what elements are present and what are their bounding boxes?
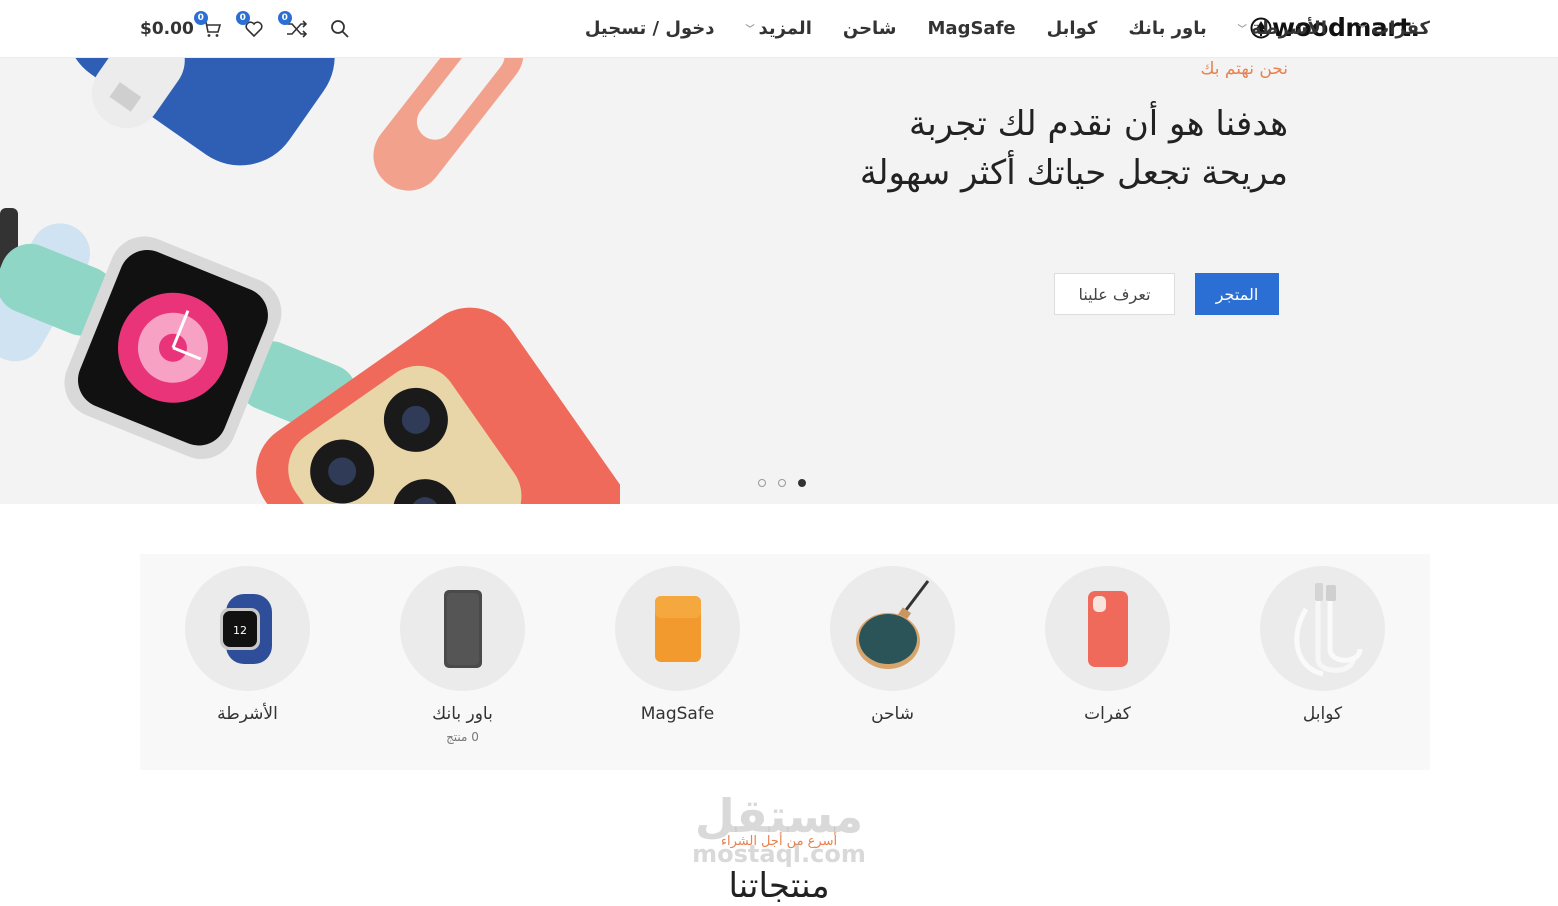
category-thumbnail <box>1045 566 1170 691</box>
category-name: MagSafe <box>640 704 715 724</box>
slider-dot-2[interactable] <box>778 479 786 487</box>
phone-case-icon <box>1087 590 1128 667</box>
category-card-bands[interactable]: 12 الأشرطة <box>140 554 355 770</box>
category-thumbnail <box>615 566 740 691</box>
cart-button[interactable]: 0 <box>193 10 222 39</box>
wishlist-button[interactable]: 0 <box>235 10 264 39</box>
category-card-magsafe[interactable]: MagSafe <box>570 554 785 770</box>
hero-title: هدفنا هو أن نقدم لك تجربة مريحة تجعل حيا… <box>859 104 1288 193</box>
nav-label: المزيد <box>758 18 812 39</box>
chevron-down-icon: ﹀ <box>1237 25 1247 35</box>
cart-total[interactable]: $0.00 <box>140 19 194 39</box>
header-tools: $0.00 0 0 0 <box>140 0 372 57</box>
nav-label: MagSafe <box>927 18 1016 39</box>
nav-item-power-bank[interactable]: باور بانك <box>1128 18 1206 39</box>
wishlist-count-badge: 0 <box>235 10 250 25</box>
search-button[interactable] <box>330 19 350 39</box>
category-name: الأشرطة <box>217 704 278 724</box>
cable-icon <box>1294 582 1362 676</box>
svg-text:12: 12 <box>233 624 247 637</box>
hero-subtitle: نحن نهتم بك <box>1200 59 1288 79</box>
category-thumbnail <box>830 566 955 691</box>
category-name: باور بانك <box>432 704 493 724</box>
slider-dot-1[interactable] <box>798 479 806 487</box>
shop-button[interactable]: المتجر <box>1195 273 1279 315</box>
category-card-power-bank[interactable]: باور بانك 0 منتج <box>355 554 570 770</box>
hero-slider: نحن نهتم بك هدفنا هو أن نقدم لك تجربة مر… <box>0 58 1558 504</box>
nav-label: كفرات <box>1371 18 1430 39</box>
site-header: woodmart. كفرات ﹀ الأشرطة ﹀ باور بانك كواب… <box>0 0 1558 58</box>
chevron-down-icon: ﹀ <box>745 25 755 35</box>
category-thumbnail <box>400 566 525 691</box>
search-icon <box>330 19 349 38</box>
category-card-cables[interactable]: كوابل <box>1215 554 1430 770</box>
compare-button[interactable]: 0 <box>277 10 308 39</box>
mostaql-watermark: مستقل mostaql.com <box>684 790 874 866</box>
chevron-down-icon: ﹀ <box>1358 25 1368 35</box>
nav-label: باور بانك <box>1128 18 1207 39</box>
about-us-button[interactable]: تعرف علينا <box>1054 273 1175 315</box>
compare-count-badge: 0 <box>277 10 292 25</box>
power-bank-icon <box>443 589 482 668</box>
slider-dot-3[interactable] <box>758 479 766 487</box>
wireless-charger-icon <box>855 579 929 669</box>
nav-item-cables[interactable]: كوابل <box>1047 18 1098 39</box>
category-card-cases[interactable]: كفرات <box>1000 554 1215 770</box>
nav-item-bands[interactable]: الأشرطة ﹀ <box>1238 18 1327 39</box>
categories-grid: كوابل كفرات شاحن MagSafe باور بانك 0 منت… <box>140 554 1430 770</box>
section-title: منتجاتنا <box>728 866 830 906</box>
magsafe-wallet-icon <box>654 595 701 662</box>
nav-item-cases[interactable]: كفرات ﹀ <box>1358 18 1430 39</box>
section-subtitle: أسرع من أجل الشراء <box>720 834 838 849</box>
cart-count-badge: 0 <box>193 10 208 25</box>
nav-label: الأشرطة <box>1250 18 1328 39</box>
nav-label: كوابل <box>1046 18 1098 39</box>
category-name: شاحن <box>871 704 914 724</box>
nav-label: دخول / تسجيل <box>584 18 715 39</box>
slider-pagination <box>758 479 818 487</box>
watch-band-icon: 12 <box>219 593 272 664</box>
main-nav: كفرات ﹀ الأشرطة ﹀ باور بانك كوابل MagSafe … <box>585 0 1430 57</box>
category-name: كوابل <box>1302 704 1343 724</box>
hero-product-image <box>0 58 620 504</box>
nav-item-magsafe[interactable]: MagSafe <box>928 18 1016 39</box>
category-card-charger[interactable]: شاحن <box>785 554 1000 770</box>
nav-item-more[interactable]: المزيد ﹀ <box>746 18 812 39</box>
nav-item-login[interactable]: دخول / تسجيل <box>585 18 715 39</box>
category-thumbnail: 12 <box>185 566 310 691</box>
category-name: كفرات <box>1084 704 1131 724</box>
category-thumbnail <box>1260 566 1385 691</box>
nav-item-charger[interactable]: شاحن <box>843 18 897 39</box>
category-count: 0 منتج <box>446 730 479 744</box>
nav-label: شاحن <box>842 18 897 39</box>
